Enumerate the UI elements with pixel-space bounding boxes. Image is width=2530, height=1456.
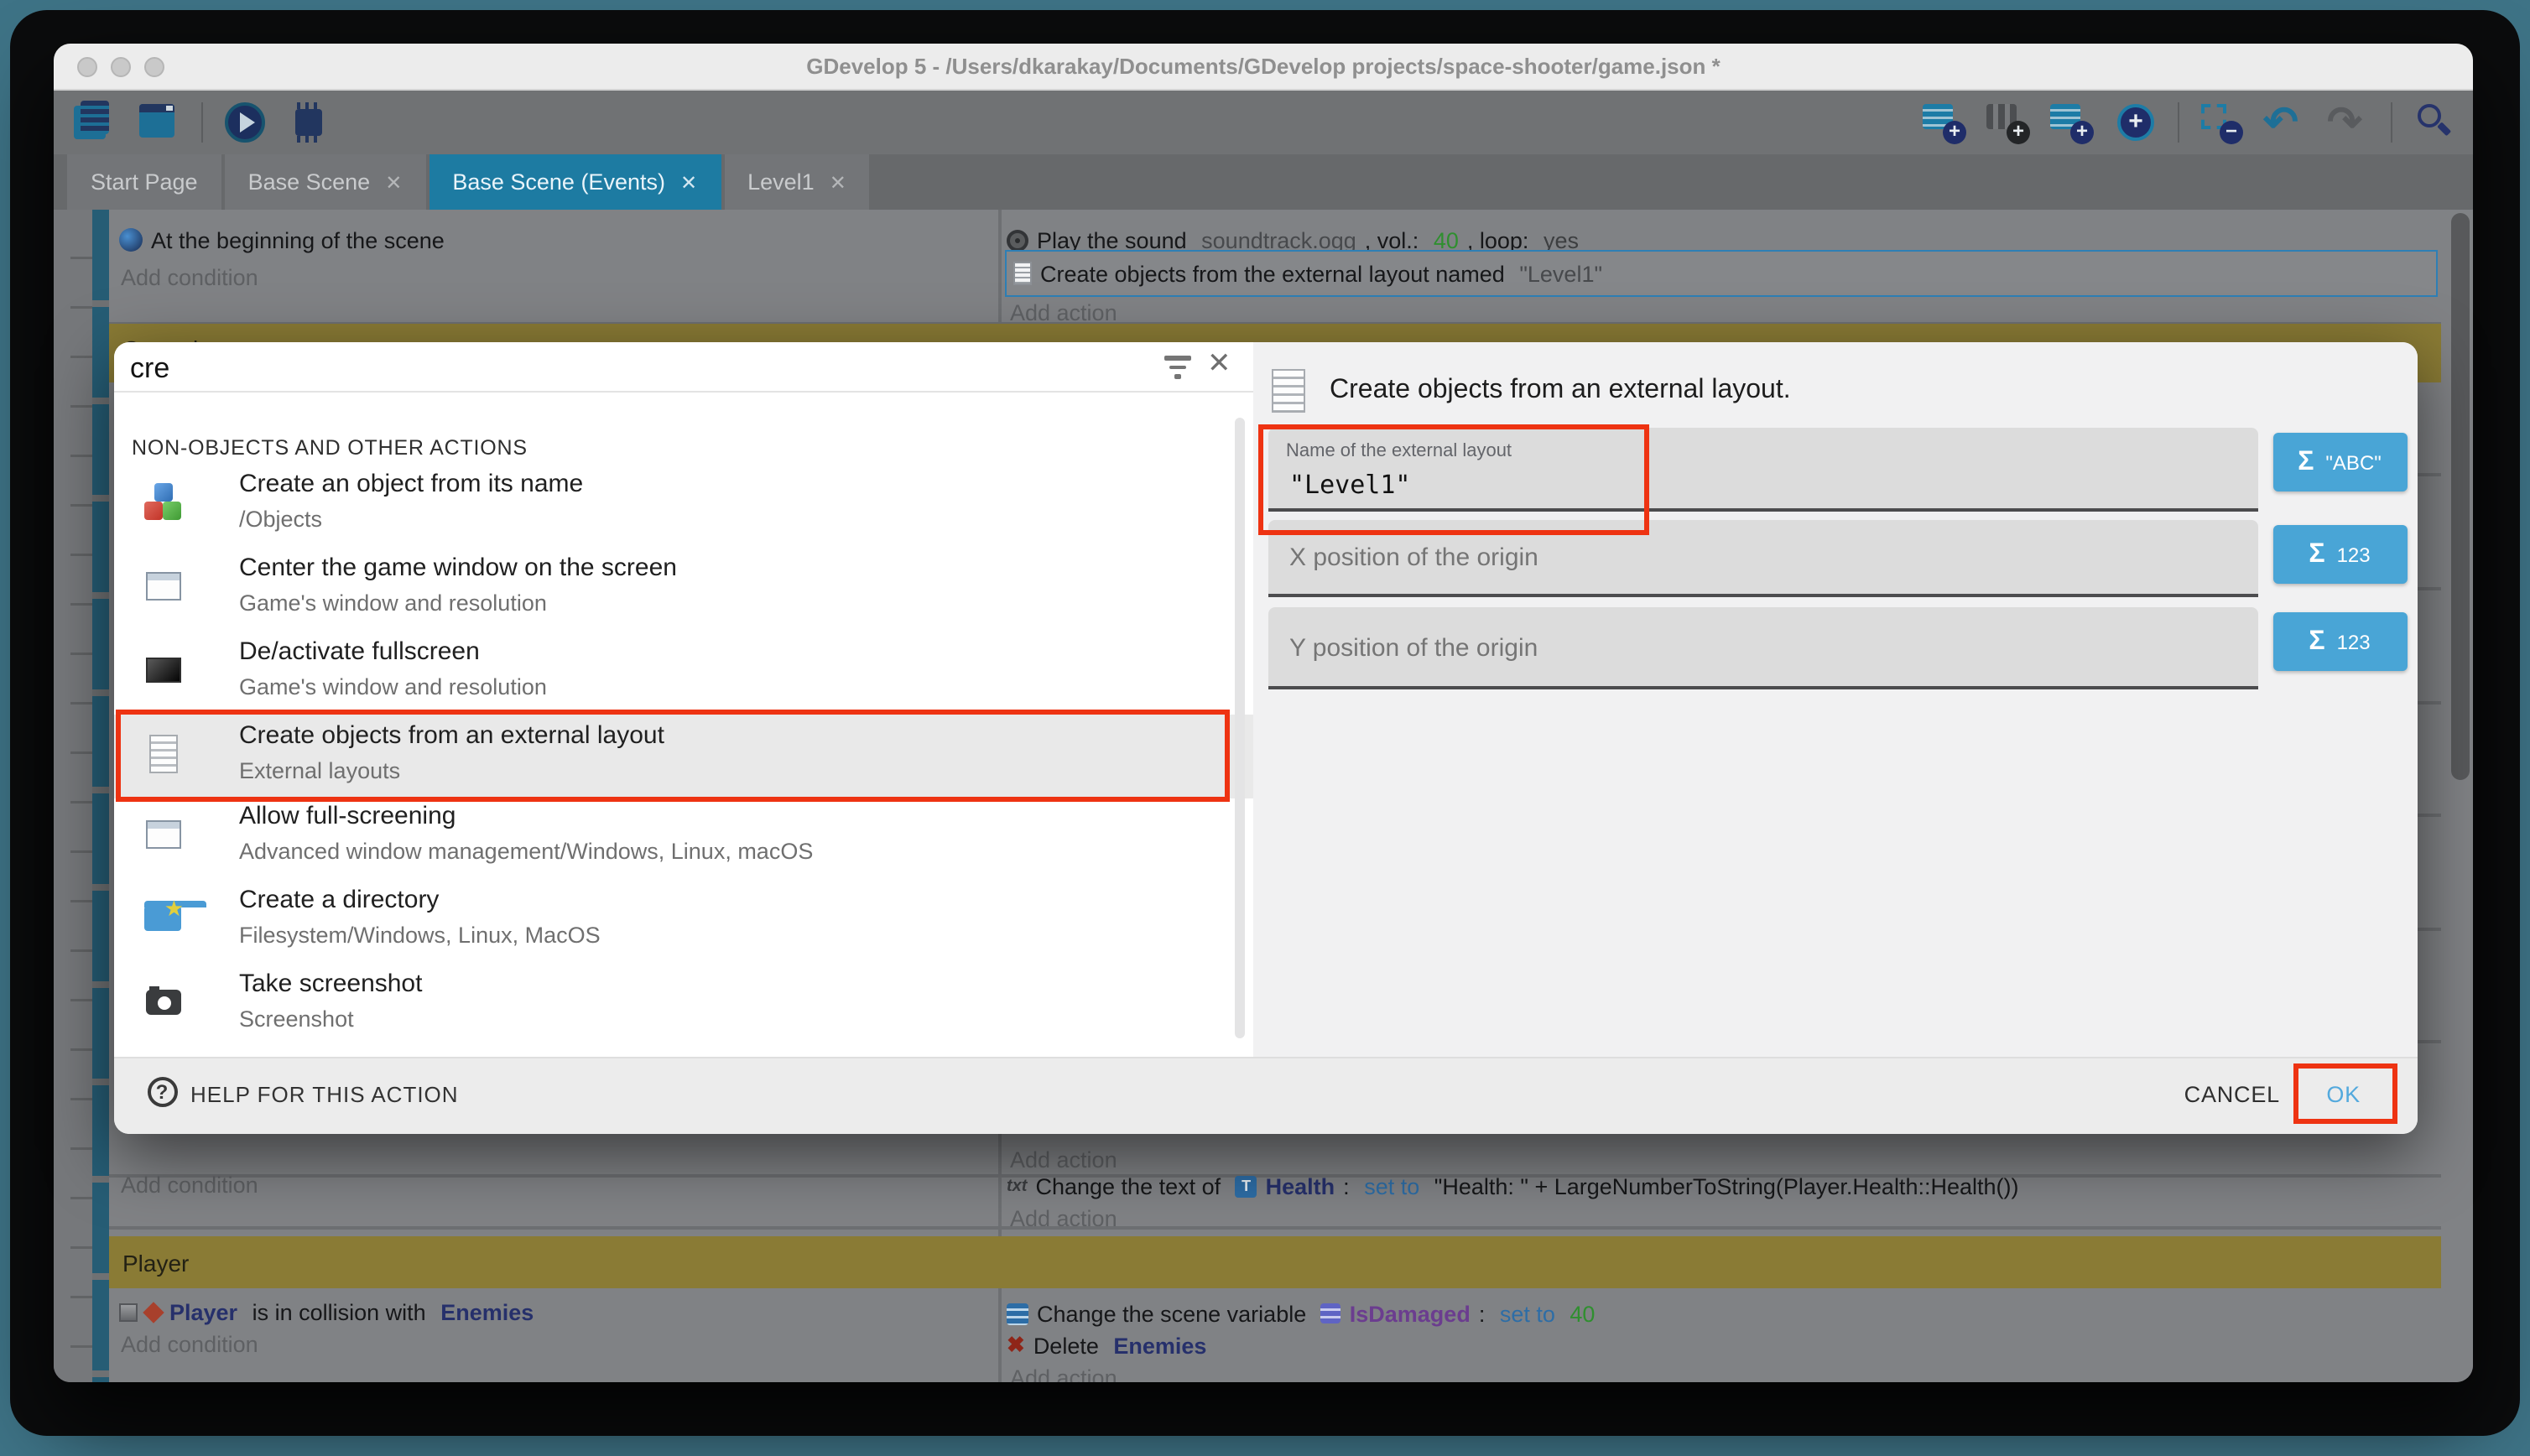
dialog-footer: ? HELP FOR THIS ACTION CANCEL OK (113, 1057, 2418, 1134)
add-subevent-icon[interactable]: + (1986, 101, 2030, 144)
expression-builder-123-button[interactable]: Σ 123 (2272, 612, 2407, 671)
event-drag-handles[interactable] (92, 210, 109, 1382)
expression-builder-abc-button[interactable]: Σ "ABC" (2272, 433, 2407, 491)
redo-icon[interactable]: ↷ (2327, 101, 2371, 144)
events-gutter-ticks (70, 210, 92, 1382)
tab-label: Base Scene (Events) (452, 169, 665, 195)
delete-icon: ✖ (1007, 1332, 1025, 1359)
action-title: Create objects from an external layout. (1330, 376, 1791, 406)
add-condition-link[interactable]: Add condition (121, 263, 258, 290)
action-search-input[interactable] (127, 347, 1106, 391)
debug-icon[interactable] (287, 101, 331, 144)
folder-icon: ★ (143, 906, 180, 931)
window-icon (145, 820, 180, 849)
collision-icon (143, 1301, 164, 1322)
divider (113, 391, 1252, 393)
toolbar-separator (2178, 102, 2179, 143)
tab-start-page[interactable]: Start Page (67, 154, 221, 210)
condition-player-collision[interactable]: Player is in collision with Enemies (119, 1298, 534, 1325)
tab-label: Level1 (747, 169, 815, 195)
field-y-position[interactable] (1268, 607, 2257, 689)
tab-label: Base Scene (248, 169, 371, 195)
list-item-take-screenshot[interactable]: Take screenshot Screenshot (113, 963, 1252, 1047)
variable-action-icon (1007, 1303, 1028, 1324)
row-divider (109, 1226, 2441, 1229)
tab-level1[interactable]: Level1 ✕ (724, 154, 870, 210)
window-title: GDevelop 5 - /Users/dkarakay/Documents/G… (54, 44, 2473, 89)
list-item-create-directory[interactable]: ★ Create a directory Filesystem/Windows,… (113, 879, 1252, 963)
action-change-scene-variable[interactable]: Change the scene variable IsDamaged: set… (1007, 1300, 1595, 1327)
action-parameters-panel: Create objects from an external layout. … (1252, 342, 2418, 1057)
add-condition-link[interactable]: Add condition (121, 1171, 258, 1198)
window-titlebar: GDevelop 5 - /Users/dkarakay/Documents/G… (54, 44, 2473, 91)
list-item-create-object[interactable]: Create an object from its name /Objects (113, 463, 1252, 547)
window-icon (145, 572, 180, 601)
tab-close-icon[interactable]: ✕ (680, 170, 697, 194)
expression-builder-123-button[interactable]: Σ 123 (2272, 525, 2407, 584)
add-icon[interactable]: + (2114, 101, 2158, 144)
toolbar-separator (2391, 102, 2392, 143)
tab-close-icon[interactable]: ✕ (830, 170, 846, 194)
scene-editor-icon[interactable] (138, 101, 181, 144)
tab-bar: Start Page Base Scene ✕ Base Scene (Even… (54, 154, 2473, 210)
text-object-icon: T (1236, 1175, 1257, 1197)
list-item-center-window[interactable]: Center the game window on the screen Gam… (113, 547, 1252, 631)
list-item-allow-fullscreen[interactable]: Allow full-screening Advanced window man… (113, 795, 1252, 879)
delete-event-icon[interactable]: − (2199, 101, 2243, 144)
tab-label: Start Page (91, 169, 198, 195)
action-editor-dialog: ✕ NON-OBJECTS AND OTHER ACTIONS Create a… (113, 342, 2418, 1134)
events-scrollbar[interactable] (2451, 213, 2470, 780)
toolbar-separator (201, 102, 203, 143)
sigma-icon: Σ (2309, 627, 2324, 657)
list-item-fullscreen[interactable]: De/activate fullscreen Game's window and… (113, 631, 1252, 715)
scene-variable-icon (1321, 1303, 1341, 1323)
group-bar-player[interactable]: Player (109, 1236, 2441, 1288)
section-header: NON-OBJECTS AND OTHER ACTIONS (132, 436, 528, 460)
add-condition-link[interactable]: Add condition (121, 1330, 258, 1357)
external-layout-icon (1013, 262, 1032, 285)
project-manager-icon[interactable] (74, 101, 117, 144)
fullscreen-icon (145, 658, 180, 683)
external-layout-icon (1271, 369, 1304, 413)
action-delete-enemies[interactable]: ✖ Delete Enemies (1007, 1332, 1206, 1359)
add-action-link[interactable]: Add action (1010, 1364, 1117, 1382)
begin-scene-icon (119, 228, 143, 252)
speaker-icon (1007, 229, 1028, 251)
help-button[interactable]: HELP FOR THIS ACTION (190, 1082, 459, 1107)
action-create-external-layout-selected[interactable]: Create objects from the external layout … (1005, 250, 2438, 297)
camera-icon (145, 990, 180, 1015)
tab-base-scene-events[interactable]: Base Scene (Events) ✕ (429, 154, 721, 210)
object-icon (119, 1303, 138, 1321)
action-change-text-health[interactable]: txt Change the text of T Health: set to … (1007, 1173, 2019, 1199)
main-toolbar: + + + + − ↶ ↷ (54, 91, 2473, 154)
text-action-icon: txt (1007, 1177, 1027, 1195)
undo-icon[interactable]: ↶ (2263, 101, 2307, 144)
add-event-icon[interactable]: + (1923, 101, 1966, 144)
filter-icon[interactable] (1162, 356, 1192, 379)
screen: GDevelop 5 - /Users/dkarakay/Documents/G… (0, 0, 2530, 1456)
x-position-input[interactable] (1286, 542, 2233, 574)
help-icon[interactable]: ? (147, 1077, 177, 1107)
annotation-ok-button (2293, 1063, 2397, 1124)
tab-base-scene[interactable]: Base Scene ✕ (225, 154, 426, 210)
add-action-link[interactable]: Add action (1010, 1146, 1117, 1173)
add-comment-icon[interactable]: + (2050, 101, 2094, 144)
tab-close-icon[interactable]: ✕ (385, 170, 402, 194)
y-position-input[interactable] (1286, 632, 2233, 664)
search-icon[interactable] (2413, 101, 2456, 144)
sigma-icon: Σ (2309, 539, 2324, 569)
play-preview-icon[interactable] (223, 101, 267, 144)
clear-search-icon[interactable]: ✕ (1207, 347, 1231, 381)
annotation-selected-action (116, 710, 1230, 802)
sigma-icon: Σ (2298, 447, 2314, 477)
objects-cubes-icon (143, 483, 184, 523)
action-chooser-panel: ✕ NON-OBJECTS AND OTHER ACTIONS Create a… (113, 342, 1252, 1057)
annotation-layout-name-field (1257, 424, 1648, 535)
action-list-scrollbar[interactable] (1234, 418, 1244, 1038)
condition-begin-scene[interactable]: At the beginning of the scene (119, 226, 445, 253)
cancel-button[interactable]: CANCEL (2184, 1082, 2280, 1107)
